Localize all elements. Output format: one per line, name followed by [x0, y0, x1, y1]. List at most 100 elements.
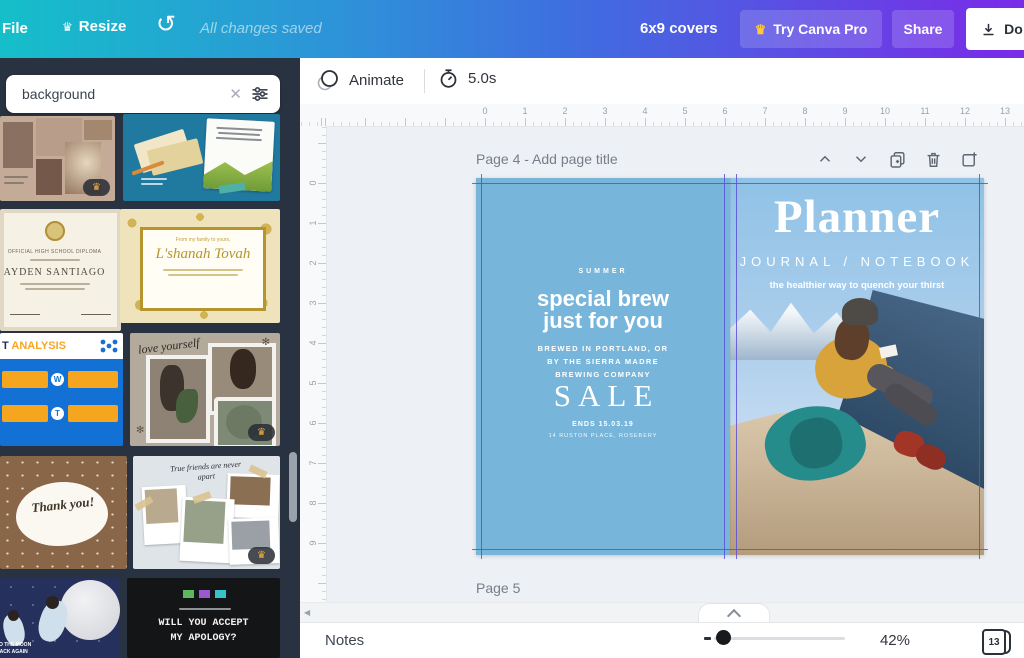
margin-guide — [736, 174, 737, 559]
design-spread[interactable]: SUMMER special brew just for you BREWED … — [476, 178, 984, 555]
bottom-bar: Notes 42% 13 — [300, 622, 1024, 658]
try-canva-pro-button[interactable]: ♛ Try Canva Pro — [740, 10, 882, 48]
download-button[interactable]: Do — [966, 8, 1024, 50]
ruler-label: 5 — [675, 106, 695, 116]
download-icon — [981, 22, 996, 37]
move-page-up-button[interactable] — [814, 148, 836, 170]
cover-subline[interactable]: BREWED IN PORTLAND, OR BY THE SIERRA MAD… — [476, 342, 730, 381]
apology-line2: MY APOLOGY? — [127, 631, 280, 646]
spine-seam — [730, 178, 731, 555]
ruler-label: 8 — [795, 106, 815, 116]
template-thumbnail-diploma[interactable]: OFFICIAL HIGH SCHOOL DIPLOMA AYDEN SANTI… — [0, 209, 121, 331]
swot-title: T ANALYSIS — [2, 340, 66, 352]
duplicate-page-button[interactable] — [886, 148, 908, 170]
crown-icon: ♛ — [62, 21, 73, 33]
ruler-label: 0 — [308, 173, 318, 193]
zoom-slider-track[interactable] — [714, 637, 845, 640]
ruler-label: 1 — [515, 106, 535, 116]
delete-page-button[interactable] — [922, 148, 944, 170]
templates-sidebar: ✕ ♛ — [0, 58, 300, 658]
template-thumbnail-lshanah-tovah[interactable]: From my family to yours, L'shanah Tovah — [120, 209, 280, 323]
template-thumbnail-apology[interactable]: WILL YOU ACCEPT MY APOLOGY? — [127, 578, 280, 658]
chevron-up-icon — [727, 609, 741, 623]
premium-crown-badge: ♛ — [248, 424, 275, 441]
page-count-button[interactable]: 13 — [982, 629, 1010, 653]
animate-button[interactable]: Animate — [316, 68, 404, 92]
template-thumbnail-photo-collage[interactable]: ♛ — [0, 116, 115, 201]
duration-label: 5.0s — [468, 70, 496, 87]
ruler-label: 3 — [308, 293, 318, 313]
right-cover-page[interactable]: Planner JOURNAL / NOTEBOOK the healthier… — [730, 178, 984, 555]
margin-guide — [724, 174, 725, 559]
template-thumbnail-love-yourself[interactable]: love yourself ✻ ✻ ♛ — [130, 333, 280, 446]
planner-subtitle[interactable]: JOURNAL / NOTEBOOK — [730, 254, 984, 269]
cover-sale-text[interactable]: SALE — [476, 378, 730, 414]
scroll-left-arrow-icon[interactable]: ◀ — [304, 608, 310, 617]
page-title[interactable]: Page 4 - Add page title — [476, 151, 618, 167]
cover-kicker[interactable]: SUMMER — [476, 268, 730, 275]
apology-line1: WILL YOU ACCEPT — [127, 616, 280, 631]
add-page-button[interactable] — [958, 148, 980, 170]
template-thumbnail-thank-you[interactable]: Thank you! — [0, 456, 127, 569]
ruler-label: 3 — [595, 106, 615, 116]
sidebar-scrollbar[interactable] — [289, 452, 297, 522]
pixel-invader-icon — [199, 590, 210, 598]
cover-headline[interactable]: special brew just for you — [476, 288, 730, 332]
next-page-title[interactable]: Page 5 — [476, 580, 520, 596]
doc-title[interactable]: 6x9 covers — [640, 20, 718, 37]
ruler-label: 0 — [475, 106, 495, 116]
share-button[interactable]: Share — [892, 10, 954, 48]
sunburst-doodle: ✻ — [262, 337, 270, 348]
zoom-level[interactable]: 42% — [866, 632, 910, 649]
seal-icon — [45, 221, 65, 241]
ruler-label: 1 — [308, 213, 318, 233]
search-input[interactable] — [20, 85, 221, 103]
zoom-slider-knob[interactable] — [716, 630, 731, 645]
timeline-expander-tab[interactable] — [698, 603, 770, 623]
ruler-label: 12 — [955, 106, 975, 116]
clear-search-icon[interactable]: ✕ — [221, 85, 250, 103]
ruler-label: 9 — [835, 106, 855, 116]
horizontal-ruler: 0 1 2 3 4 5 6 7 8 9 10 11 12 13 — [300, 104, 1024, 127]
resize-button[interactable]: ♛ Resize — [62, 18, 126, 35]
notes-button[interactable]: Notes — [325, 632, 364, 649]
template-thumbnail-swot-analysis[interactable]: T ANALYSIS W T — [0, 333, 123, 446]
file-menu[interactable]: File — [2, 20, 28, 37]
ruler-label: 2 — [555, 106, 575, 116]
canva-editor: File ♛ Resize ↺ All changes saved 6x9 co… — [0, 0, 1024, 658]
duration-button[interactable]: 5.0s — [438, 68, 496, 89]
ruler-label: 7 — [755, 106, 775, 116]
diploma-heading: OFFICIAL HIGH SCHOOL DIPLOMA — [0, 249, 117, 255]
margin-guide — [481, 174, 482, 559]
ruler-label: 6 — [715, 106, 735, 116]
page-controls — [814, 148, 980, 170]
ruler-label: 7 — [308, 453, 318, 473]
margin-guide — [472, 549, 988, 550]
sunburst-doodle: ✻ — [136, 425, 144, 436]
cover-address-text[interactable]: 14 RUSTON PLACE, ROSEBERY — [476, 433, 730, 439]
ruler-label: 10 — [875, 106, 895, 116]
template-thumbnail-quote-book[interactable] — [123, 114, 280, 201]
toolbar-divider — [424, 69, 425, 93]
horizontal-scroll-strip[interactable]: ◀ — [300, 602, 1024, 623]
crown-icon: ♛ — [755, 23, 767, 36]
filter-sliders-icon[interactable] — [250, 84, 270, 104]
context-toolbar: Animate 5.0s — [300, 58, 1024, 105]
lshanah-title: L'shanah Tovah — [143, 246, 263, 263]
search-bar[interactable]: ✕ — [6, 75, 280, 113]
resize-label: Resize — [79, 18, 127, 35]
ruler-label: 4 — [308, 333, 318, 353]
undo-icon[interactable]: ↺ — [156, 13, 176, 37]
template-thumbnail-moon[interactable]: TO THE MOON BACK AGAIN — [0, 578, 120, 658]
left-cover-page[interactable]: SUMMER special brew just for you BREWED … — [476, 178, 730, 555]
page-count-value: 13 — [982, 629, 1006, 655]
cover-ends-text[interactable]: ENDS 15.03.19 — [476, 421, 730, 428]
template-thumbnail-true-friends[interactable]: True friends are never apart ♛ — [133, 456, 280, 569]
premium-crown-badge: ♛ — [83, 179, 110, 196]
planner-title[interactable]: Planner — [730, 190, 984, 244]
planner-tagline[interactable]: the healthier way to quench your thirst — [730, 280, 984, 291]
moon-illustration — [60, 580, 120, 640]
margin-guide — [979, 174, 980, 559]
lshanah-kicker: From my family to yours, — [143, 237, 263, 243]
move-page-down-button[interactable] — [850, 148, 872, 170]
